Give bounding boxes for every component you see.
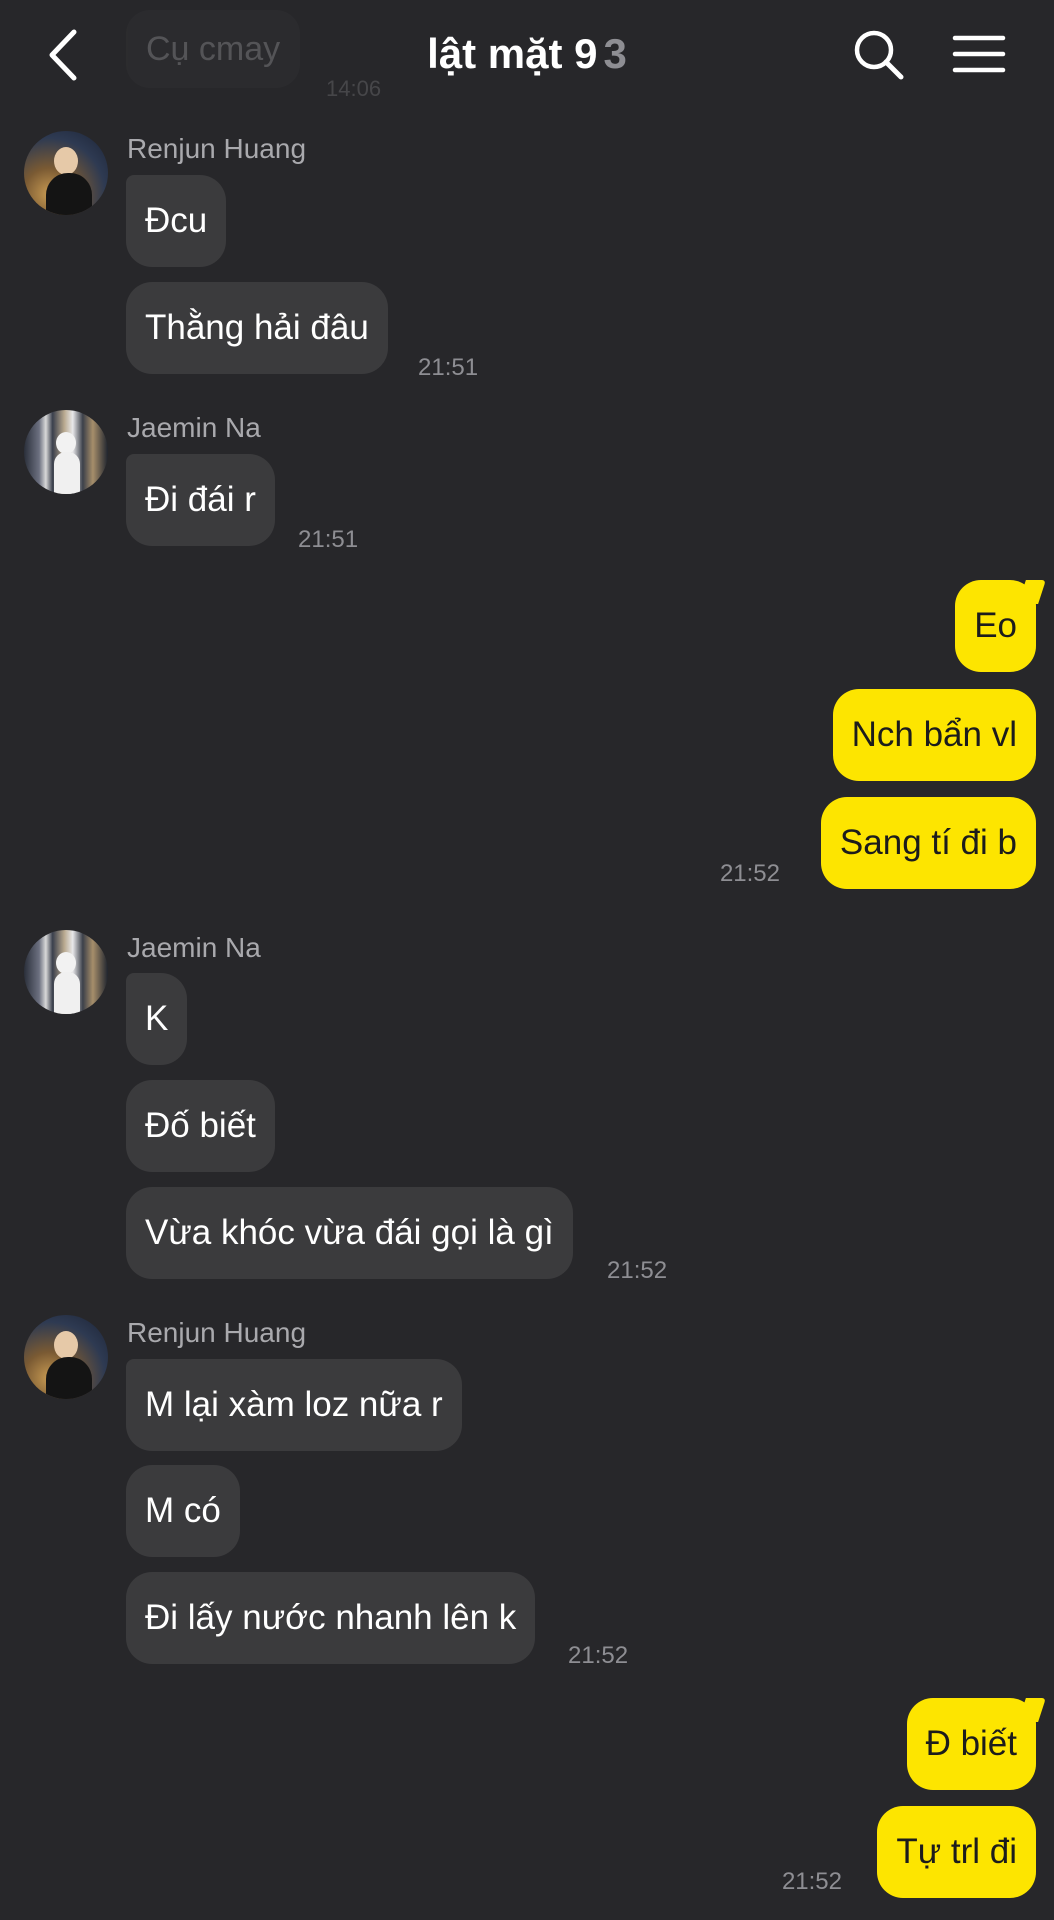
message-time: 21:52 xyxy=(607,1257,668,1284)
avatar-jaemin-na[interactable] xyxy=(24,930,108,1014)
sender-name: Renjun Huang xyxy=(127,1317,307,1348)
message-bubble[interactable]: Đcu xyxy=(126,175,227,267)
outgoing-message-bubble[interactable]: Đ biết xyxy=(906,1698,1036,1790)
avatar-renjun-huang[interactable] xyxy=(24,131,108,215)
chat-name: lật mặt 9 xyxy=(427,30,598,77)
chat-header: Cụ cmay 14:06 lật mặt 93 xyxy=(0,0,1054,112)
menu-button[interactable] xyxy=(952,30,1006,78)
message-bubble[interactable]: Vừa khóc vừa đái gọi là gì xyxy=(126,1187,573,1279)
message-bubble[interactable]: K xyxy=(126,973,188,1065)
chat-screen: Cụ cmay 14:06 lật mặt 93 Renjun Huang Đc… xyxy=(0,0,1054,1920)
sender-name: Jaemin Na xyxy=(127,932,261,963)
message-time: 21:52 xyxy=(719,860,780,887)
message-bubble[interactable]: Đố biết xyxy=(126,1080,275,1172)
search-button[interactable] xyxy=(852,28,906,82)
sender-name: Renjun Huang xyxy=(127,133,307,164)
avatar-renjun-huang[interactable] xyxy=(24,1315,108,1399)
message-bubble[interactable]: Đi đái r xyxy=(126,454,275,546)
outgoing-message-bubble[interactable]: Tự trl đi xyxy=(877,1806,1036,1898)
message-time: 21:52 xyxy=(781,1868,842,1895)
outgoing-message-bubble[interactable]: Eo xyxy=(955,580,1036,672)
sender-name: Jaemin Na xyxy=(127,412,261,443)
member-count: 3 xyxy=(603,30,627,77)
outgoing-message-bubble[interactable]: Nch bẩn vl xyxy=(832,689,1036,781)
search-icon xyxy=(854,30,904,80)
message-time: 21:51 xyxy=(298,526,359,553)
message-bubble[interactable]: Thằng hải đâu xyxy=(126,282,388,374)
message-bubble[interactable]: M lại xàm loz nữa r xyxy=(126,1359,462,1451)
message-bubble[interactable]: Đi lấy nước nhanh lên k xyxy=(126,1572,536,1664)
outgoing-message-bubble[interactable]: Sang tí đi b xyxy=(820,797,1036,889)
message-time: 21:51 xyxy=(418,354,479,381)
hamburger-menu-icon xyxy=(952,35,1006,73)
message-bubble[interactable]: M có xyxy=(126,1465,240,1557)
avatar-jaemin-na[interactable] xyxy=(24,410,108,494)
scrolled-message-time: 14:06 xyxy=(326,76,382,101)
message-time: 21:52 xyxy=(568,1642,629,1669)
